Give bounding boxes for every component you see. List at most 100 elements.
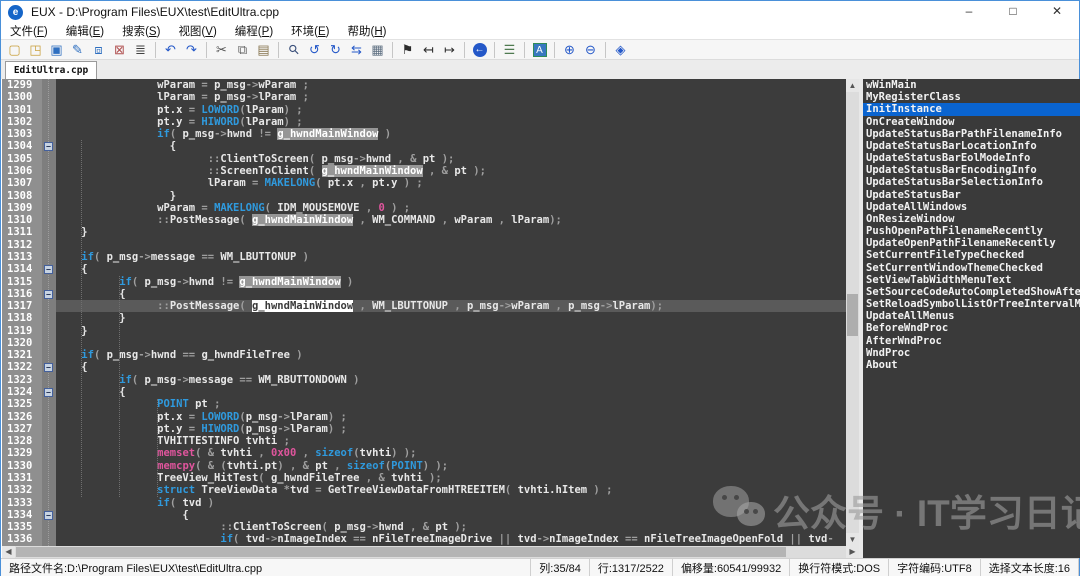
code-line-1326[interactable]: 1326 pt.x = LOWORD(p_msg->lParam) ; xyxy=(2,411,846,423)
code-line-1300[interactable]: 1300 lParam = p_msg->lParam ; xyxy=(2,91,846,103)
code-text[interactable]: TVHITTESTINFO tvhti ; xyxy=(56,435,846,447)
code-text[interactable]: { xyxy=(56,288,846,300)
code-line-1321[interactable]: 1321 if( p_msg->hwnd == g_hwndFileTree ) xyxy=(2,349,846,361)
zoom-in-icon[interactable]: ⊕ xyxy=(560,41,579,58)
code-line-1327[interactable]: 1327 pt.y = HIWORD(p_msg->lParam) ; xyxy=(2,423,846,435)
code-line-1319[interactable]: 1319 } xyxy=(2,325,846,337)
function-list-item-UpdateStatusBar[interactable]: UpdateStatusBar xyxy=(863,189,1080,201)
menu-item-1[interactable]: 文件(F) xyxy=(1,23,57,39)
code-text[interactable]: struct TreeViewData *tvd = GetTreeViewDa… xyxy=(56,484,846,496)
save-all-icon[interactable]: ⧈ xyxy=(89,41,108,58)
code-text[interactable]: pt.x = LOWORD(lParam) ; xyxy=(56,104,846,116)
code-text[interactable]: wParam = MAKELONG( IDM_MOUSEMOVE , 0 ) ; xyxy=(56,202,846,214)
find-next-icon[interactable]: ↻ xyxy=(326,41,345,58)
paste-icon[interactable]: ▤ xyxy=(254,41,273,58)
file-list-icon[interactable]: ≣ xyxy=(131,41,150,58)
code-line-1334[interactable]: 1334− { xyxy=(2,509,846,521)
function-list-item-WndProc[interactable]: WndProc xyxy=(863,347,1080,359)
function-list-item-About[interactable]: About xyxy=(863,359,1080,371)
code-text[interactable]: if( tvd->nImageIndex == nFileTreeImageDr… xyxy=(56,533,846,545)
menu-item-2[interactable]: 编辑(E) xyxy=(57,23,113,39)
horizontal-scrollbar[interactable]: ◀ ▶ xyxy=(2,546,859,558)
function-list-item-UpdateAllWindows[interactable]: UpdateAllWindows xyxy=(863,201,1080,213)
code-line-1318[interactable]: 1318 } xyxy=(2,312,846,324)
code-text[interactable] xyxy=(56,239,846,251)
function-list-item-wWinMain[interactable]: wWinMain xyxy=(863,79,1080,91)
code-text[interactable]: if( p_msg->hwnd != g_hwndMainWindow ) xyxy=(56,128,846,140)
code-line-1324[interactable]: 1324− { xyxy=(2,386,846,398)
about-icon[interactable]: ◈ xyxy=(611,41,630,58)
save-as-icon[interactable]: ✎ xyxy=(68,41,87,58)
code-line-1317[interactable]: 1317 ::PostMessage( g_hwndMainWindow , W… xyxy=(2,300,846,312)
code-line-1332[interactable]: 1332 struct TreeViewData *tvd = GetTreeV… xyxy=(2,484,846,496)
code-line-1308[interactable]: 1308 } xyxy=(2,190,846,202)
copy-icon[interactable]: ⧉ xyxy=(233,41,252,58)
scroll-down-arrow-icon[interactable]: ▼ xyxy=(846,533,859,546)
code-text[interactable]: lParam = MAKELONG( pt.x , pt.y ) ; xyxy=(56,177,846,189)
function-list-item-SetReloadSymbolListOrTreeIntervalMe[interactable]: SetReloadSymbolListOrTreeIntervalMe xyxy=(863,298,1080,310)
code-editor[interactable]: 1299 wParam = p_msg->wParam ;1300 lParam… xyxy=(2,79,846,546)
code-line-1299[interactable]: 1299 wParam = p_msg->wParam ; xyxy=(2,79,846,91)
menu-item-5[interactable]: 编程(P) xyxy=(226,23,282,39)
menu-item-7[interactable]: 帮助(H) xyxy=(339,23,396,39)
open-file-icon[interactable]: ◳ xyxy=(26,41,45,58)
code-text[interactable]: if( p_msg->message == WM_LBUTTONUP ) xyxy=(56,251,846,263)
replace-icon[interactable]: ⇆ xyxy=(347,41,366,58)
vertical-scrollbar[interactable]: ▲ ▼ xyxy=(846,79,859,546)
code-line-1329[interactable]: 1329 memset( & tvhti , 0x00 , sizeof(tvh… xyxy=(2,447,846,459)
code-line-1323[interactable]: 1323 if( p_msg->message == WM_RBUTTONDOW… xyxy=(2,374,846,386)
code-line-1315[interactable]: 1315 if( p_msg->hwnd != g_hwndMainWindow… xyxy=(2,276,846,288)
maximize-button[interactable]: □ xyxy=(991,1,1035,23)
menu-item-6[interactable]: 环境(E) xyxy=(282,23,338,39)
find-prev-icon[interactable]: ↺ xyxy=(305,41,324,58)
code-text[interactable]: { xyxy=(56,386,846,398)
horizontal-scroll-thumb[interactable] xyxy=(16,547,786,557)
code-line-1314[interactable]: 1314− { xyxy=(2,263,846,275)
fold-collapse-icon[interactable]: − xyxy=(44,142,53,151)
cut-icon[interactable]: ✂ xyxy=(212,41,231,58)
code-text[interactable]: pt.x = LOWORD(p_msg->lParam) ; xyxy=(56,411,846,423)
code-text[interactable]: lParam = p_msg->lParam ; xyxy=(56,91,846,103)
code-line-1305[interactable]: 1305 ::ClientToScreen( p_msg->hwnd , & p… xyxy=(2,153,846,165)
replace-in-files-icon[interactable]: ▦ xyxy=(368,41,387,58)
code-text[interactable]: pt.y = HIWORD(p_msg->lParam) ; xyxy=(56,423,846,435)
code-text[interactable]: if( p_msg->hwnd == g_hwndFileTree ) xyxy=(56,349,846,361)
code-text[interactable]: memcpy( & (tvhti.pt) , & pt , sizeof(POI… xyxy=(56,460,846,472)
code-line-1336[interactable]: 1336 if( tvd->nImageIndex == nFileTreeIm… xyxy=(2,533,846,545)
function-list-panel[interactable]: wWinMainMyRegisterClassInitInstanceOnCre… xyxy=(863,79,1080,558)
code-text[interactable]: wParam = p_msg->wParam ; xyxy=(56,79,846,91)
code-text[interactable]: POINT pt ; xyxy=(56,398,846,410)
minimize-button[interactable]: – xyxy=(947,1,991,23)
code-text[interactable]: if( p_msg->hwnd != g_hwndMainWindow ) xyxy=(56,276,846,288)
close-file-icon[interactable]: ⊠ xyxy=(110,41,129,58)
code-line-1330[interactable]: 1330 memcpy( & (tvhti.pt) , & pt , sizeo… xyxy=(2,460,846,472)
code-line-1303[interactable]: 1303 if( p_msg->hwnd != g_hwndMainWindow… xyxy=(2,128,846,140)
code-text[interactable]: ::ScreenToClient( g_hwndMainWindow , & p… xyxy=(56,165,846,177)
code-line-1312[interactable]: 1312 xyxy=(2,239,846,251)
code-text[interactable]: } xyxy=(56,325,846,337)
function-list-item-SetCurrentFileTypeChecked[interactable]: SetCurrentFileTypeChecked xyxy=(863,249,1080,261)
new-file-icon[interactable]: ▢ xyxy=(5,41,24,58)
function-list-item-UpdateStatusBarPathFilenameInfo[interactable]: UpdateStatusBarPathFilenameInfo xyxy=(863,128,1080,140)
code-text[interactable]: { xyxy=(56,361,846,373)
code-line-1316[interactable]: 1316− { xyxy=(2,288,846,300)
function-list-item-UpdateStatusBarSelectionInfo[interactable]: UpdateStatusBarSelectionInfo xyxy=(863,176,1080,188)
vertical-scroll-thumb[interactable] xyxy=(847,294,858,336)
function-list-item-UpdateAllMenus[interactable]: UpdateAllMenus xyxy=(863,310,1080,322)
code-text[interactable]: pt.y = HIWORD(lParam) ; xyxy=(56,116,846,128)
fold-collapse-icon[interactable]: − xyxy=(44,511,53,520)
undo-icon[interactable]: ↶ xyxy=(161,41,180,58)
zoom-out-icon[interactable]: ⊖ xyxy=(581,41,600,58)
function-list-item-OnResizeWindow[interactable]: OnResizeWindow xyxy=(863,213,1080,225)
code-text[interactable]: memset( & tvhti , 0x00 , sizeof(tvhti) )… xyxy=(56,447,846,459)
code-line-1307[interactable]: 1307 lParam = MAKELONG( pt.x , pt.y ) ; xyxy=(2,177,846,189)
code-line-1328[interactable]: 1328 TVHITTESTINFO tvhti ; xyxy=(2,435,846,447)
back-icon[interactable]: ← xyxy=(470,41,489,58)
code-line-1322[interactable]: 1322− { xyxy=(2,361,846,373)
function-list-item-BeforeWndProc[interactable]: BeforeWndProc xyxy=(863,322,1080,334)
redo-icon[interactable]: ↷ xyxy=(182,41,201,58)
scroll-up-arrow-icon[interactable]: ▲ xyxy=(846,79,859,92)
code-text[interactable]: { xyxy=(56,263,846,275)
close-button[interactable]: ✕ xyxy=(1035,1,1079,23)
function-list-item-UpdateStatusBarEolModeInfo[interactable]: UpdateStatusBarEolModeInfo xyxy=(863,152,1080,164)
